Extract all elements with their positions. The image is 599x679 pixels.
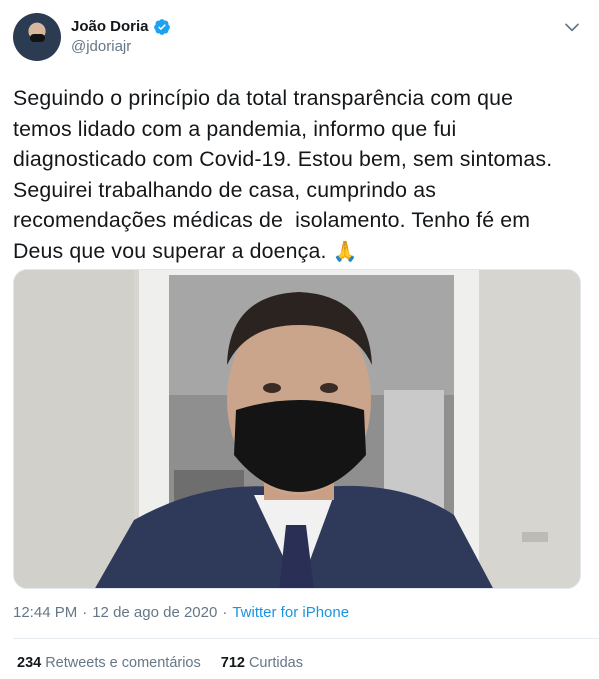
tweet-date[interactable]: 12 de ago de 2020 xyxy=(92,604,217,621)
likes-label: Curtidas xyxy=(248,655,303,671)
chevron-down-icon[interactable] xyxy=(563,18,581,36)
tweet-text: Seguindo o princípio da total transparên… xyxy=(13,83,588,267)
tweet-time[interactable]: 12:44 PM xyxy=(13,604,77,621)
name-row: João Doria xyxy=(71,17,171,37)
verified-badge-icon xyxy=(153,18,171,36)
divider xyxy=(13,638,599,639)
tweet-body: Seguindo o princípio da total transparên… xyxy=(13,86,553,263)
retweets-stat[interactable]: 234 Retweets e comentários xyxy=(17,655,201,671)
meta-separator: · xyxy=(82,604,88,621)
meta-separator: · xyxy=(222,604,228,621)
praying-hands-emoji: 🙏 xyxy=(332,240,358,263)
tweet-card: João Doria @jdoriajr Seguindo o princípi… xyxy=(0,0,599,679)
video-thumbnail[interactable] xyxy=(13,269,581,589)
author-handle[interactable]: @jdoriajr xyxy=(71,37,171,57)
likes-count: 712 xyxy=(220,655,245,671)
author-block: João Doria @jdoriajr xyxy=(71,17,171,57)
author-name[interactable]: João Doria xyxy=(71,17,149,37)
avatar[interactable] xyxy=(13,13,61,61)
retweets-count: 234 xyxy=(17,655,42,671)
tweet-meta: 12:44 PM · 12 de ago de 2020 · Twitter f… xyxy=(13,604,349,621)
tweet-header: João Doria @jdoriajr xyxy=(13,13,171,61)
tweet-stats: 234 Retweets e comentários 712 Curtidas xyxy=(17,655,303,671)
retweets-label: Retweets e comentários xyxy=(45,655,201,671)
tweet-source-link[interactable]: Twitter for iPhone xyxy=(232,604,349,621)
likes-stat[interactable]: 712 Curtidas xyxy=(221,655,303,671)
